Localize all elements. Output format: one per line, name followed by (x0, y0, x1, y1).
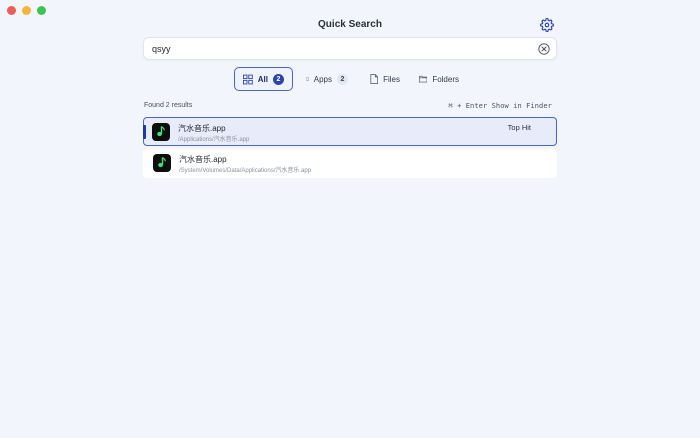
filter-count-all: 2 (273, 73, 284, 85)
music-note-icon (157, 126, 165, 137)
result-row[interactable]: 汽水音乐.app /Applications/汽水音乐.app Top Hit (143, 117, 557, 146)
clear-search-button[interactable] (537, 42, 550, 55)
filter-tab-folders[interactable]: Folders (411, 67, 467, 91)
filter-tab-files[interactable]: Files (362, 67, 408, 91)
file-icon (370, 74, 379, 84)
search-input[interactable] (152, 42, 522, 56)
app-window: Quick Search All 2 (0, 0, 700, 438)
top-hit-label: Top Hit (507, 123, 531, 132)
app-icon (152, 123, 170, 141)
grid-icon (243, 74, 253, 84)
filter-bar: All 2 Apps 2 Files Folders (0, 67, 700, 91)
phone-icon (306, 77, 309, 81)
window-controls (7, 6, 46, 15)
maximize-window-button[interactable] (37, 6, 46, 15)
filter-label-apps: Apps (313, 74, 332, 84)
filter-tab-all[interactable]: All 2 (234, 67, 293, 91)
gear-icon (539, 17, 554, 32)
result-count: Found 2 results (144, 102, 193, 109)
result-row[interactable]: 汽水音乐.app /System/Volumes/Data/Applicatio… (143, 149, 557, 178)
result-path: /System/Volumes/Data/Applications/汽水音乐.a… (179, 168, 312, 174)
window-title: Quick Search (318, 19, 382, 30)
results-list: 汽水音乐.app /Applications/汽水音乐.app Top Hit … (143, 117, 557, 181)
result-name: 汽水音乐.app (178, 124, 226, 133)
search-box (143, 37, 557, 60)
result-path: /Applications/汽水音乐.app (178, 137, 250, 143)
folder-icon (419, 75, 428, 83)
filter-label-folders: Folders (432, 74, 459, 84)
shortcut-hint: ⌘ + Enter Show in Finder (448, 102, 552, 110)
filter-tab-apps[interactable]: Apps 2 (298, 67, 356, 91)
filter-label-files: Files (383, 74, 400, 84)
app-icon (153, 154, 171, 172)
result-name: 汽水音乐.app (179, 155, 227, 164)
minimize-window-button[interactable] (22, 6, 31, 15)
close-window-button[interactable] (7, 6, 16, 15)
music-note-icon (158, 157, 166, 168)
filter-count-apps: 2 (337, 73, 348, 85)
filter-label-all: All (257, 74, 268, 84)
selection-indicator (143, 125, 146, 139)
settings-button[interactable] (539, 17, 554, 32)
clear-icon (537, 42, 550, 55)
